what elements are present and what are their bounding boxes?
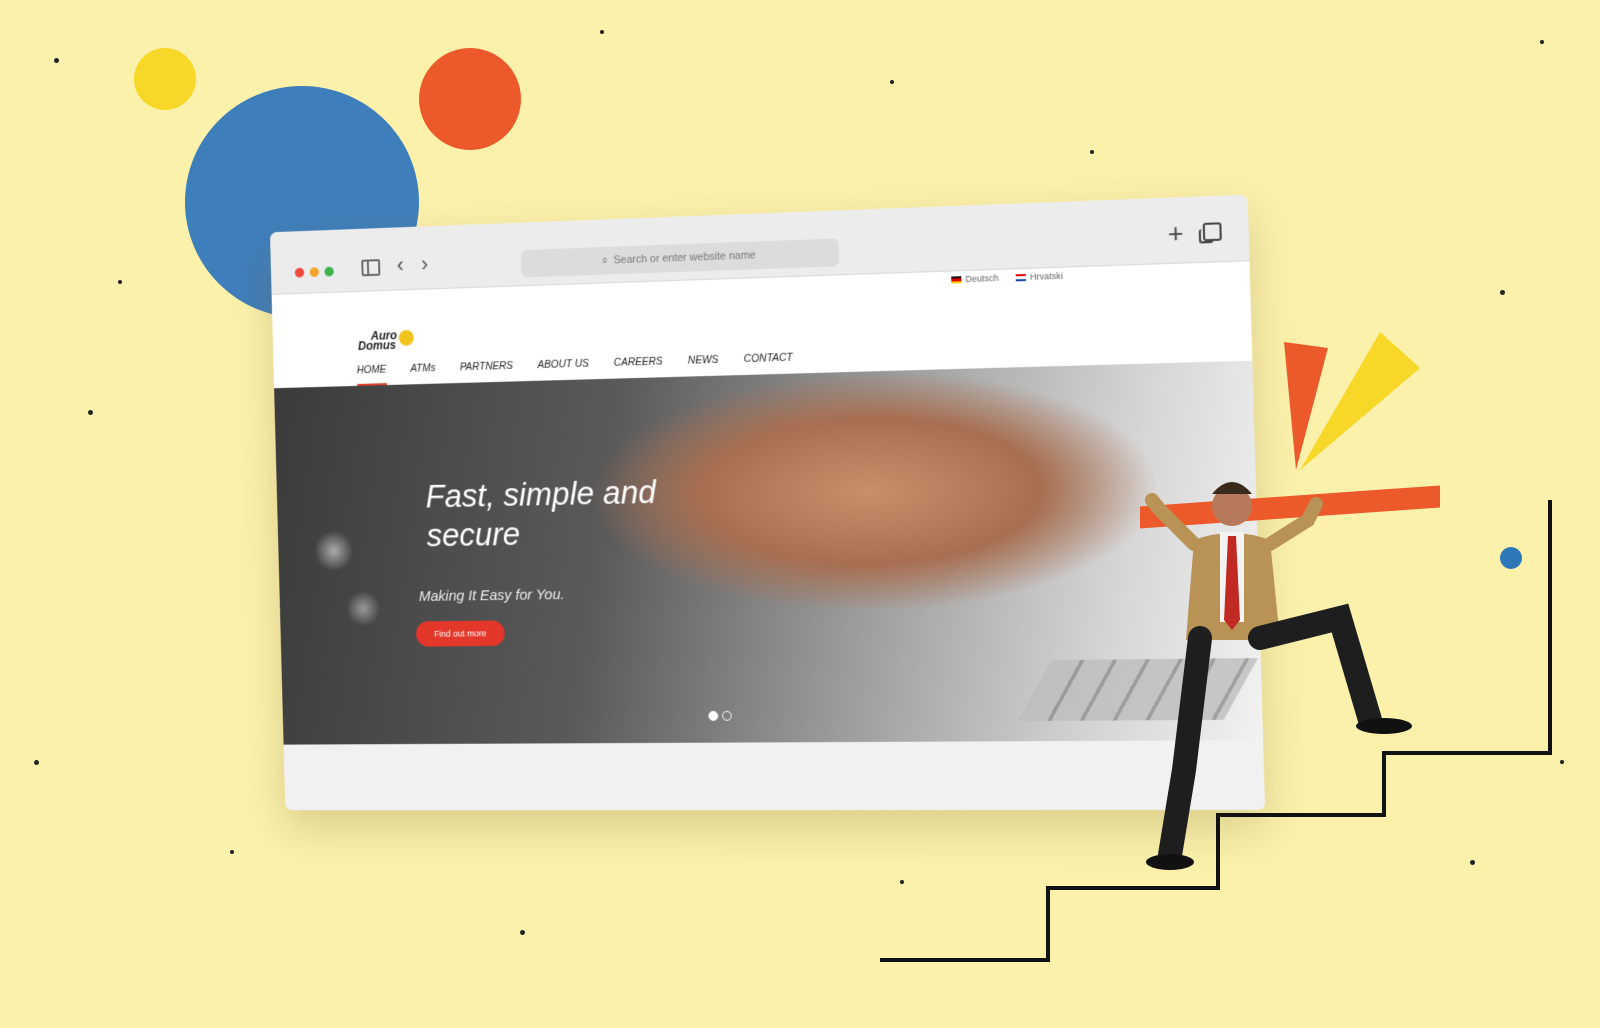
hero-title: Fast, simple and secure	[425, 473, 657, 554]
find-out-more-button[interactable]: Find out more	[415, 620, 505, 647]
forward-icon[interactable]: ›	[421, 252, 429, 277]
back-icon[interactable]: ‹	[397, 252, 404, 277]
nav-contact[interactable]: CONTACT	[744, 352, 794, 375]
site-logo[interactable]: Auro Domus	[358, 328, 414, 353]
maximize-window-icon[interactable]	[324, 266, 334, 277]
sidebar-toggle-icon[interactable]	[361, 259, 381, 277]
man-right-leg	[1248, 603, 1382, 732]
orange-triangle-decoration	[1284, 342, 1328, 470]
nav-news[interactable]: NEWS	[688, 354, 719, 377]
nav-about-us[interactable]: ABOUT US	[537, 358, 589, 381]
address-bar[interactable]: ⌕ Search or enter website name	[520, 238, 840, 278]
nav-atms[interactable]: ATMs	[410, 362, 436, 384]
hr-flag-icon	[1015, 273, 1026, 281]
page-footer-band	[283, 740, 1266, 811]
hero-banner: Fast, simple and secure Making It Easy f…	[274, 360, 1264, 745]
small-blue-dot-decoration	[1500, 547, 1522, 569]
minimize-window-icon[interactable]	[309, 267, 320, 278]
orange-circle-decoration	[419, 48, 521, 150]
close-window-icon[interactable]	[294, 267, 305, 278]
logo-mark-icon	[398, 329, 414, 346]
nav-home[interactable]: HOME	[357, 364, 387, 386]
nav-partners[interactable]: PARTNERS	[460, 360, 514, 383]
slide-dot-2[interactable]	[721, 710, 732, 721]
nav-careers[interactable]: CAREERS	[614, 356, 664, 379]
language-deutsch[interactable]: Deutsch	[951, 273, 999, 285]
slide-pager	[708, 710, 732, 721]
hero-subtitle: Making It Easy for You.	[418, 586, 565, 605]
new-tab-icon[interactable]: +	[1167, 218, 1184, 249]
search-icon: ⌕	[601, 254, 608, 267]
yellow-circle-decoration	[134, 48, 196, 110]
browser-mockup: ‹ › ⌕ Search or enter website name + Deu…	[269, 194, 1266, 811]
slide-dot-1[interactable]	[708, 710, 719, 721]
man-with-pencil-illustration	[1140, 480, 1440, 870]
de-flag-icon	[951, 275, 962, 284]
language-hrvatski[interactable]: Hrvatski	[1015, 271, 1063, 283]
tab-overview-icon[interactable]	[1202, 222, 1222, 242]
yellow-triangle-decoration	[1300, 332, 1420, 470]
man-left-leg	[1158, 626, 1212, 867]
address-bar-placeholder: Search or enter website name	[613, 249, 756, 267]
browser-window: ‹ › ⌕ Search or enter website name + Deu…	[269, 194, 1266, 811]
